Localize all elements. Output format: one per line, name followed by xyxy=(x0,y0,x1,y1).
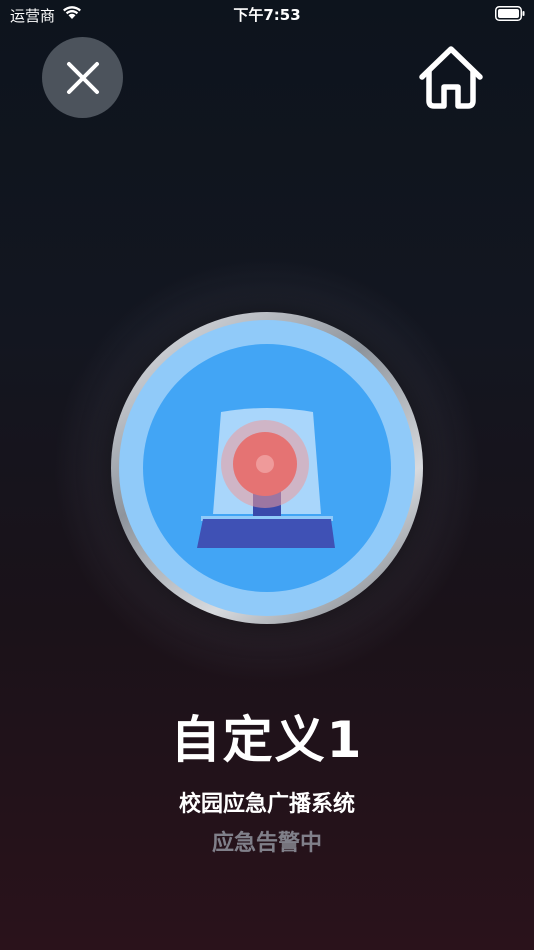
home-icon xyxy=(419,46,483,109)
alarm-status: 应急告警中 xyxy=(211,831,322,856)
alarm-button[interactable] xyxy=(111,312,423,624)
close-button[interactable] xyxy=(42,37,123,118)
close-icon xyxy=(66,61,99,94)
home-button[interactable] xyxy=(415,42,487,114)
system-name: 校园应急广播系统 xyxy=(178,792,355,817)
alarm-outer-ring xyxy=(119,320,415,616)
alarm-inner-disc xyxy=(143,344,391,592)
battery-icon xyxy=(495,6,525,21)
clock: 下午7:53 xyxy=(233,6,301,24)
status-bar: 运营商 下午7:53 xyxy=(0,0,534,28)
alarm-title: 自定义1 xyxy=(170,711,364,769)
siren-icon xyxy=(197,408,335,548)
